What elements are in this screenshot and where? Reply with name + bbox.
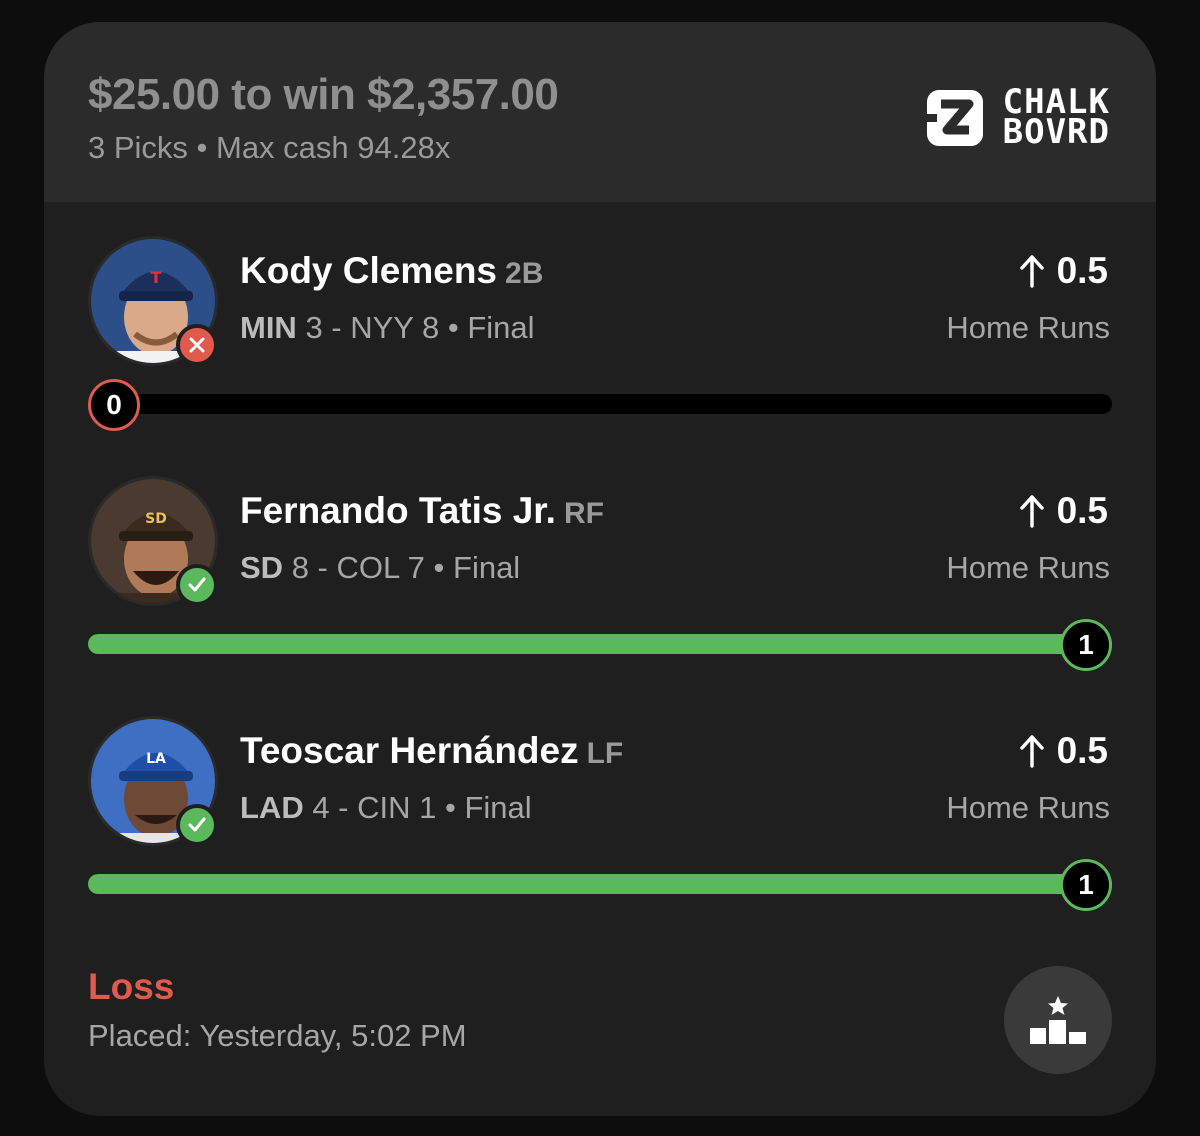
leaderboard-button[interactable] [1004, 966, 1112, 1074]
player-name: Teoscar Hernández LF [240, 730, 623, 772]
brand-wordmark: CHALK BOVRD [1002, 85, 1110, 152]
line-value-text: 0.5 [1056, 730, 1108, 771]
stat-type: Home Runs [946, 790, 1110, 825]
wager-summary: $25.00 to win $2,357.00 [88, 70, 559, 119]
arrow-up-icon [1019, 255, 1044, 288]
game-score: SD 8 - COL 7 • Final [240, 550, 520, 586]
entry-result: Loss [88, 966, 175, 1007]
svg-text:SD: SD [145, 511, 167, 527]
picks-summary: 3 Picks • Max cash 94.28x [88, 130, 451, 165]
pick-line: 0.5 [1019, 490, 1108, 532]
actual-value: 1 [1078, 869, 1094, 900]
score-text: 3 - NYY 8 • Final [296, 310, 535, 345]
actual-value-marker: 1 [1060, 619, 1112, 671]
game-score: MIN 3 - NYY 8 • Final [240, 310, 535, 346]
player-avatar: SD [88, 476, 218, 606]
podium-star-icon [1030, 996, 1086, 1044]
team-abbrev: SD [240, 550, 284, 585]
svg-text:LA: LA [146, 751, 166, 767]
player-name: Fernando Tatis Jr. RF [240, 490, 604, 532]
pick-line: 0.5 [1019, 730, 1108, 772]
player-position: 2B [505, 257, 544, 290]
progress-fill [88, 634, 1112, 654]
actual-value: 1 [1078, 629, 1094, 660]
game-score: LAD 4 - CIN 1 • Final [240, 790, 532, 826]
player-name-text: Fernando Tatis Jr. [240, 490, 556, 531]
check-icon [176, 564, 218, 606]
pick-row[interactable]: T Kody Clemens 2B MIN 3 - NYY 8 • Final 0… [44, 236, 1156, 476]
player-position: LF [586, 737, 624, 770]
brand-wordmark-line2: BOVRD [1002, 112, 1110, 152]
check-icon [176, 804, 218, 846]
player-name-text: Kody Clemens [240, 250, 498, 291]
player-name-text: Teoscar Hernández [240, 730, 579, 771]
pick-line: 0.5 [1019, 250, 1108, 292]
progress-track [88, 874, 1112, 894]
placed-timestamp: Placed: Yesterday, 5:02 PM [88, 1018, 467, 1053]
team-abbrev: MIN [240, 310, 297, 345]
player-avatar: LA [88, 716, 218, 846]
arrow-up-icon [1019, 495, 1044, 528]
stat-type: Home Runs [946, 310, 1110, 345]
line-value-text: 0.5 [1056, 250, 1108, 291]
entry-header: $25.00 to win $2,357.00 3 Picks • Max ca… [44, 22, 1156, 202]
pick-row[interactable]: SD Fernando Tatis Jr. RF SD 8 - COL 7 • F… [44, 476, 1156, 716]
arrow-up-icon [1019, 735, 1044, 768]
svg-text:T: T [151, 268, 162, 287]
stat-type: Home Runs [946, 550, 1110, 585]
player-position: RF [563, 497, 604, 530]
pick-row[interactable]: LA Teoscar Hernández LF LAD 4 - CIN 1 • F… [44, 716, 1156, 956]
actual-value-marker: 1 [1060, 859, 1112, 911]
score-text: 4 - CIN 1 • Final [303, 790, 532, 825]
entry-card: $25.00 to win $2,357.00 3 Picks • Max ca… [44, 22, 1156, 1116]
line-value-text: 0.5 [1056, 490, 1108, 531]
player-avatar: T [88, 236, 218, 366]
progress-fill [88, 874, 1112, 894]
x-icon [176, 324, 218, 366]
progress-track [88, 634, 1112, 654]
team-abbrev: LAD [240, 790, 304, 825]
chalkboard-logo-icon [926, 90, 983, 146]
actual-value-marker: 0 [88, 379, 140, 431]
player-name: Kody Clemens 2B [240, 250, 543, 292]
brand-logo: CHALK BOVRD [926, 85, 1110, 152]
score-text: 8 - COL 7 • Final [283, 550, 521, 585]
actual-value: 0 [106, 389, 122, 420]
progress-track [88, 394, 1112, 414]
